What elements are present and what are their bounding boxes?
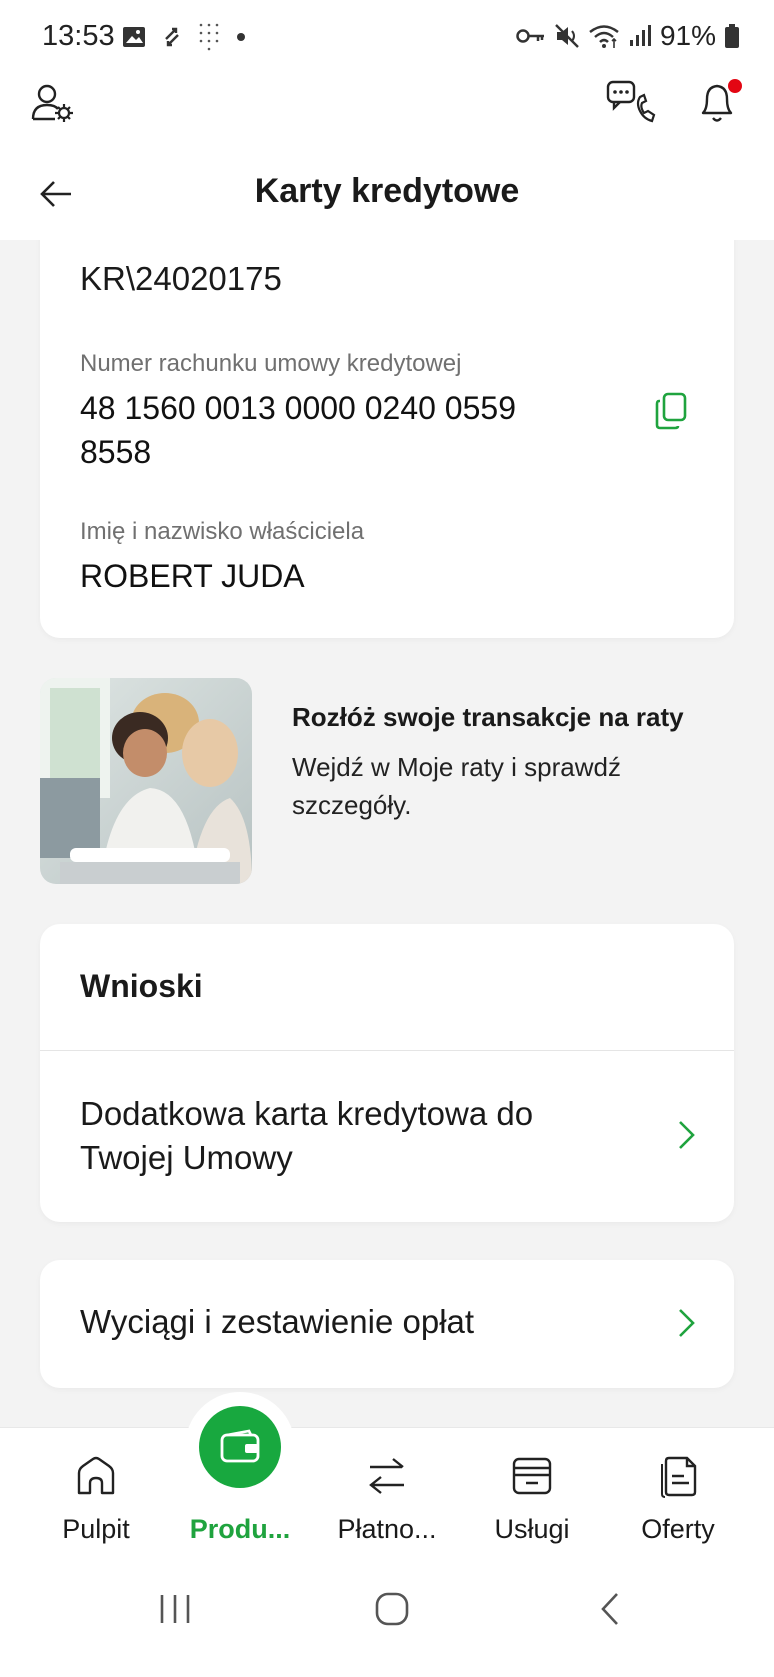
account-number-line-1: 48 1560 0013 0000 0240 0559 <box>80 390 516 426</box>
dot-icon <box>237 33 245 41</box>
account-card: KR\24020175 Numer rachunku umowy kredyto… <box>40 240 734 638</box>
transfer-arrows-icon <box>363 1452 411 1500</box>
sync-icon <box>165 27 179 47</box>
status-left-icons <box>122 22 246 52</box>
installments-promo-banner[interactable]: Rozłóż swoje transakcje na raty Wejdź w … <box>40 678 734 884</box>
additional-card-line-1[interactable]: Dodatkowa karta kredytowa do <box>80 1092 533 1136</box>
nav-label-pulpit: Pulpit <box>62 1514 130 1544</box>
home-button-icon[interactable] <box>366 1585 418 1633</box>
owner-name-label: Imię i nazwisko właściciela <box>80 518 365 545</box>
services-icon <box>508 1452 556 1500</box>
nav-item-oferty[interactable]: Oferty <box>603 1428 753 1558</box>
promo-image <box>40 678 252 884</box>
promo-text: Wejdź w Moje raty i sprawdź szczegóły. <box>292 752 621 820</box>
user-settings-icon[interactable] <box>30 80 76 126</box>
system-navigation-bar <box>0 1557 774 1677</box>
key-icon <box>516 29 544 43</box>
battery-icon <box>725 24 739 48</box>
documents-icon <box>654 1452 702 1500</box>
chevron-right-icon[interactable] <box>674 1306 698 1340</box>
account-number-label: Numer rachunku umowy kredytowej <box>80 350 462 377</box>
page-title: Karty kredytowe <box>254 172 520 210</box>
signal-icon <box>629 25 651 46</box>
divider <box>40 1050 734 1051</box>
statements-card[interactable]: Wyciągi i zestawienie opłat <box>40 1260 734 1388</box>
promo-title: Rozłóż swoje transakcje na raty <box>292 702 684 732</box>
wifi-icon <box>589 25 619 48</box>
content-scroll-area[interactable]: KR\24020175 Numer rachunku umowy kredyto… <box>0 240 774 1427</box>
mute-icon <box>555 24 579 48</box>
recent-apps-icon[interactable] <box>150 1587 200 1631</box>
contract-number: KR\24020175 <box>80 260 282 297</box>
nav-item-platnosci[interactable]: Płatno... <box>312 1428 462 1558</box>
status-time: 13:53 <box>42 20 115 52</box>
owner-name: ROBERT JUDA <box>80 558 305 594</box>
bottom-navigation: Pulpit Produ... Płatno... Usługi Oferty <box>0 1427 774 1557</box>
bell-icon[interactable] <box>692 76 744 128</box>
wallet-icon[interactable] <box>199 1406 281 1488</box>
nav-label-uslugi: Usługi <box>494 1514 570 1544</box>
dots-grid-icon <box>199 23 219 51</box>
battery-percentage: 91% <box>659 20 716 51</box>
nav-label-oferty: Oferty <box>641 1514 715 1544</box>
statements-label[interactable]: Wyciągi i zestawienie opłat <box>80 1300 474 1344</box>
chat-phone-icon[interactable] <box>604 78 658 128</box>
image-icon <box>123 27 145 47</box>
wnioski-card: Wnioski Dodatkowa karta kredytowa do Two… <box>40 924 734 1222</box>
chevron-right-icon[interactable] <box>674 1118 698 1152</box>
additional-card-line-2[interactable]: Twojej Umowy <box>80 1136 293 1180</box>
copy-icon[interactable] <box>654 392 694 432</box>
notification-dot <box>728 79 742 93</box>
nav-label-produkty: Produ... <box>189 1514 291 1544</box>
nav-label-platnosci: Płatno... <box>337 1514 437 1544</box>
account-number-line-2: 8558 <box>80 434 152 470</box>
wnioski-title: Wnioski <box>80 968 203 1004</box>
system-back-icon[interactable] <box>590 1587 630 1631</box>
nav-item-uslugi[interactable]: Usługi <box>457 1428 607 1558</box>
status-right-icons: 91% <box>516 20 740 52</box>
nav-item-pulpit[interactable]: Pulpit <box>21 1428 171 1558</box>
home-icon <box>72 1452 120 1500</box>
